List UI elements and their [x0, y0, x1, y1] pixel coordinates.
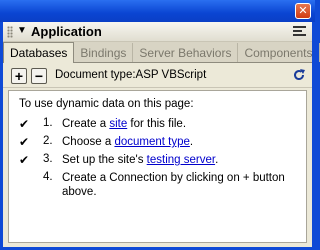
close-button[interactable]: ✕ — [295, 3, 311, 19]
instructions-intro: To use dynamic data on this page: — [19, 98, 194, 110]
checkmark-icon: ✔ — [19, 135, 30, 149]
tab-bindings[interactable]: Bindings — [74, 43, 134, 62]
tab-components[interactable]: Components — [238, 43, 320, 62]
checkmark-icon: ✔ — [19, 153, 30, 167]
remove-connection-button[interactable]: − — [31, 68, 47, 84]
application-panel: ▼ Application Databases Bindings Server … — [3, 22, 320, 247]
instructions-panel: To use dynamic data on this page: ✔ 1. C… — [8, 90, 307, 243]
testing-server-link[interactable]: testing server — [147, 154, 215, 166]
close-icon: ✕ — [298, 4, 308, 17]
document-type-label: Document type:ASP VBScript — [55, 69, 207, 81]
refresh-icon[interactable] — [292, 68, 306, 82]
tab-server-behaviors[interactable]: Server Behaviors — [133, 43, 239, 62]
plus-icon: + — [14, 68, 24, 84]
window-titlebar: ✕ — [0, 0, 315, 22]
add-connection-button[interactable]: + — [11, 68, 27, 84]
tab-bar: Databases Bindings Server Behaviors Comp… — [3, 42, 320, 63]
panel-header[interactable]: ▼ Application — [3, 22, 312, 42]
site-link[interactable]: site — [109, 118, 127, 130]
toolbar: + − Document type:ASP VBScript — [3, 64, 312, 88]
step-text: Create a Connection by clicking on + but… — [62, 172, 285, 198]
expand-arrow-icon[interactable]: ▼ — [17, 25, 27, 36]
panel-title: Application — [31, 24, 102, 39]
grip-icon[interactable] — [7, 26, 13, 38]
document-type-link[interactable]: document type — [114, 136, 189, 148]
tab-databases[interactable]: Databases — [3, 42, 75, 63]
checkmark-icon: ✔ — [19, 117, 30, 131]
panel-options-icon[interactable] — [293, 26, 306, 37]
minus-icon: − — [34, 68, 44, 84]
